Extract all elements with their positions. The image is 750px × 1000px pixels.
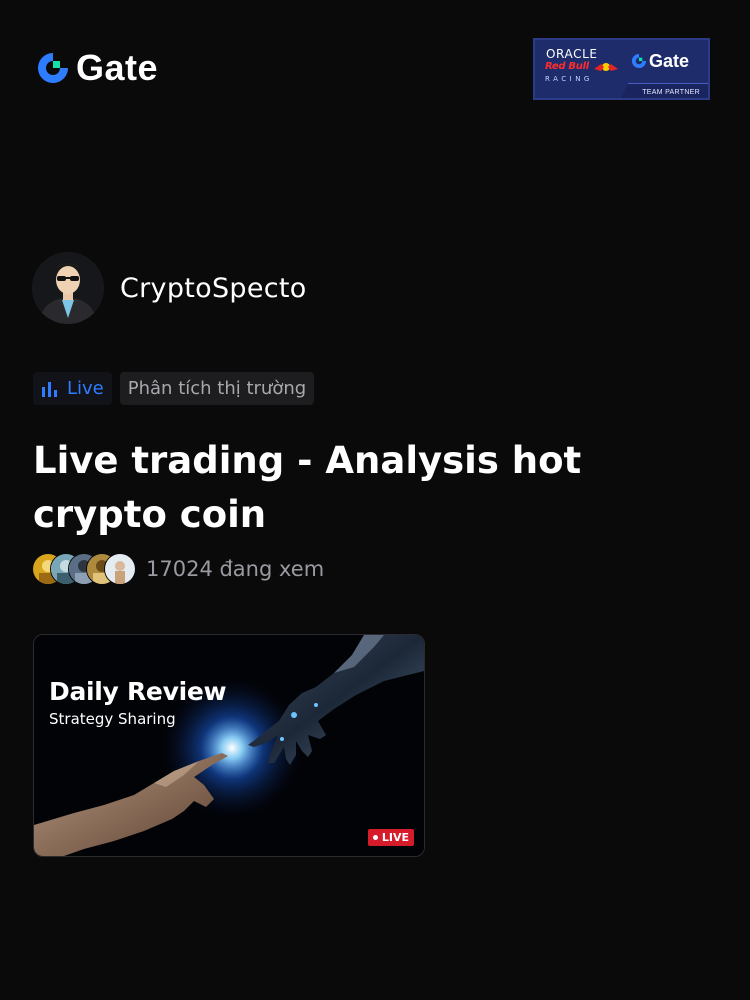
redbull-text: Red Bull bbox=[545, 61, 589, 72]
bull-icon bbox=[594, 63, 618, 71]
streamer-profile[interactable]: CryptoSpecto bbox=[32, 252, 307, 324]
streamer-username[interactable]: CryptoSpecto bbox=[120, 273, 307, 304]
live-tag: Live bbox=[33, 372, 112, 405]
viewer-count: 17024 đang xem bbox=[146, 557, 325, 581]
gate-logo-text: Gate bbox=[76, 47, 159, 88]
stream-title: Live trading - Analysis hot crypto coin bbox=[33, 439, 582, 536]
stream-tags: Live Phân tích thị trường bbox=[33, 372, 315, 405]
avatar-illustration bbox=[32, 252, 104, 324]
oracle-redbull-racing-logo: ORACLE Red Bull RACING bbox=[543, 44, 621, 86]
live-badge: LIVE bbox=[367, 829, 414, 846]
oracle-text: ORACLE bbox=[546, 47, 598, 61]
racing-text: RACING bbox=[545, 75, 593, 83]
streamer-avatar[interactable] bbox=[32, 252, 104, 324]
live-tag-label: Live bbox=[67, 378, 104, 399]
stream-thumbnail-card[interactable]: Daily Review Strategy Sharing LIVE bbox=[33, 634, 425, 857]
team-partner-text: TEAM PARTNER bbox=[642, 89, 700, 96]
live-bars-icon bbox=[42, 381, 57, 397]
live-dot-icon bbox=[372, 835, 378, 840]
category-tag[interactable]: Phân tích thị trường bbox=[119, 372, 315, 405]
header: Gate ORACLE Red Bull RACING Gate TEAM PA… bbox=[0, 0, 750, 140]
card-title: Daily Review bbox=[49, 677, 227, 706]
thumbnail-artwork bbox=[34, 635, 424, 856]
category-tag-label: Phân tích thị trường bbox=[127, 378, 307, 399]
partner-gate-logo: Gate bbox=[631, 52, 689, 70]
gate-mark-icon bbox=[631, 53, 647, 69]
viewer-info: 17024 đang xem bbox=[32, 553, 324, 585]
card-subtitle: Strategy Sharing bbox=[49, 710, 176, 728]
viewer-avatars bbox=[32, 553, 136, 585]
gate-logo[interactable]: Gate bbox=[36, 50, 158, 86]
team-partner-badge: ORACLE Red Bull RACING Gate TEAM PARTNER bbox=[533, 38, 710, 100]
live-badge-label: LIVE bbox=[381, 831, 409, 844]
gate-logo-icon bbox=[38, 53, 68, 83]
partner-gate-text: Gate bbox=[649, 51, 690, 71]
viewer-avatar bbox=[104, 553, 136, 585]
